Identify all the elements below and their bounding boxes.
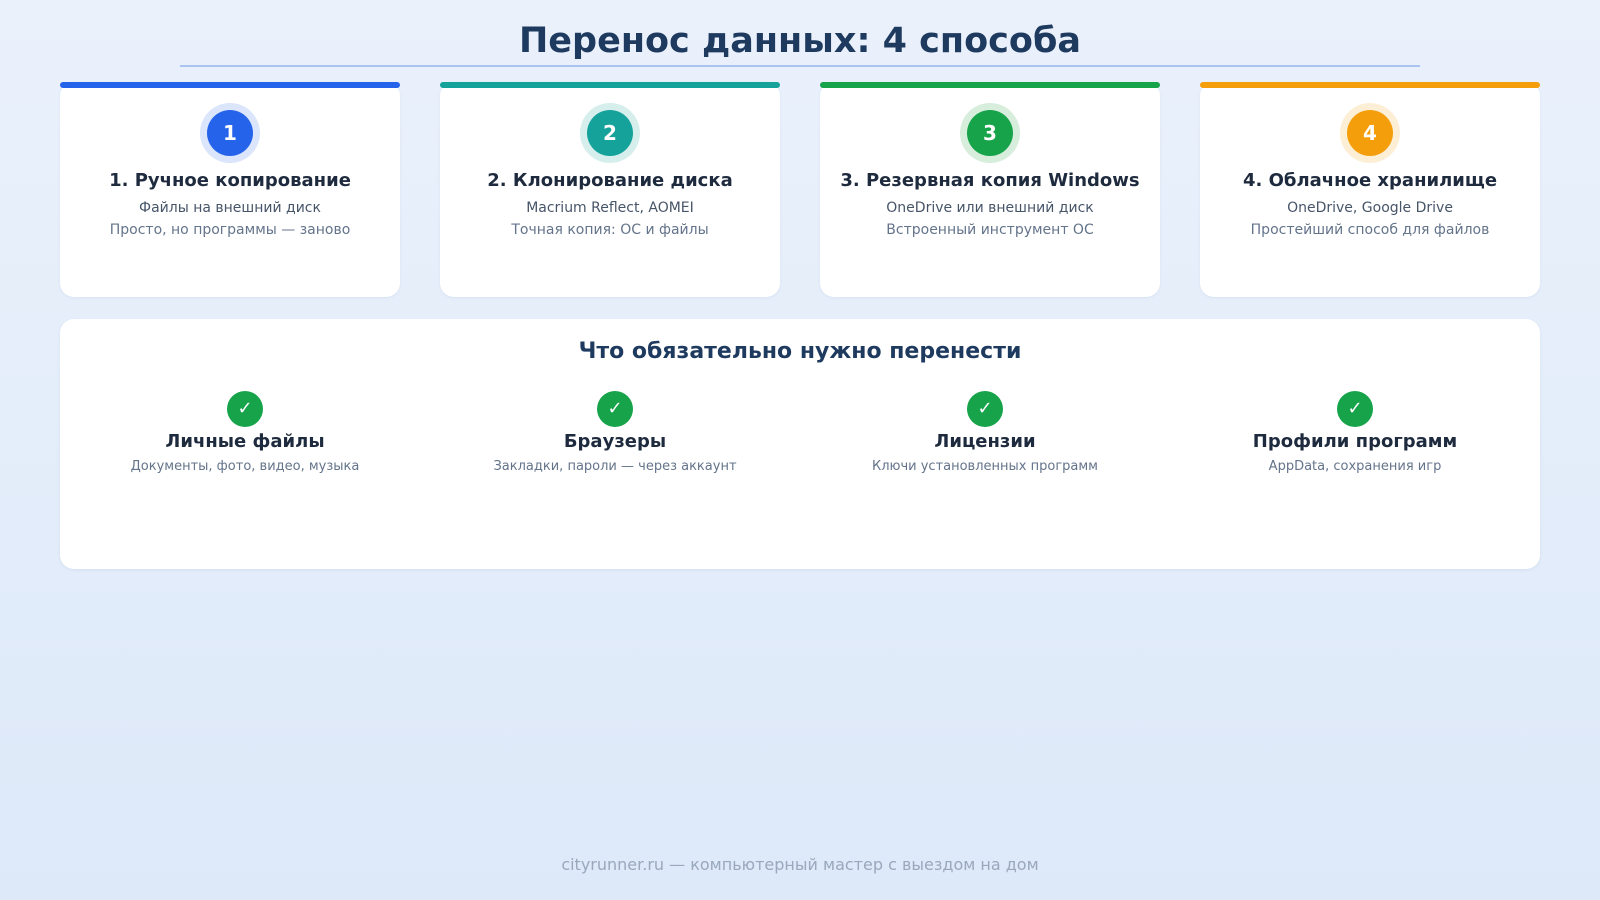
checkmark-icon: ✓ [227, 391, 263, 427]
step-number-badge: 1 [207, 110, 253, 156]
method-card-manual-copy: 1 1. Ручное копирование Файлы на внешний… [60, 82, 400, 297]
method-subtitle: OneDrive или внешний диск [886, 200, 1094, 216]
checklist-title: Что обязательно нужно перенести [578, 339, 1022, 364]
title-divider [180, 65, 1420, 67]
method-card-windows-backup: 3 3. Резервная копия Windows OneDrive ил… [820, 82, 1160, 297]
method-subtitle: OneDrive, Google Drive [1287, 200, 1453, 216]
step-number-badge: 3 [967, 110, 1013, 156]
checklist-item-description: Документы, фото, видео, музыка [130, 459, 360, 474]
checkmark-icon: ✓ [597, 391, 633, 427]
card-accent-bar [440, 82, 780, 88]
method-title: 2. Клонирование диска [487, 170, 733, 191]
checklist-item-title: Браузеры [563, 431, 667, 452]
card-accent-bar [820, 82, 1160, 88]
method-note: Точная копия: ОС и файлы [511, 222, 709, 238]
checklist-item-licenses: ✓ Лицензии Ключи установленных программ [815, 391, 1155, 476]
checklist-item-app-profiles: ✓ Профили программ AppData, сохранения и… [1185, 391, 1525, 476]
step-badge-halo: 3 [960, 103, 1020, 163]
method-note: Встроенный инструмент ОС [886, 222, 1094, 238]
step-number-badge: 4 [1347, 110, 1393, 156]
method-card-disk-cloning: 2 2. Клонирование диска Macrium Reflect,… [440, 82, 780, 297]
checklist-item-title: Личные файлы [165, 431, 325, 452]
methods-row: 1 1. Ручное копирование Файлы на внешний… [60, 82, 1540, 297]
step-number-badge: 2 [587, 110, 633, 156]
step-badge-halo: 1 [200, 103, 260, 163]
step-badge-halo: 2 [580, 103, 640, 163]
checklist-item-title: Профили программ [1252, 431, 1458, 452]
checkmark-icon: ✓ [1337, 391, 1373, 427]
card-accent-bar [60, 82, 400, 88]
method-subtitle: Файлы на внешний диск [139, 200, 321, 216]
page-title: Перенос данных: 4 способа [519, 21, 1081, 61]
checklist-item-personal-files: ✓ Личные файлы Документы, фото, видео, м… [75, 391, 415, 476]
checklist-panel: Что обязательно нужно перенести ✓ Личные… [60, 319, 1540, 569]
checkmark-icon: ✓ [967, 391, 1003, 427]
footer-credit: cityrunner.ru — компьютерный мастер с вы… [561, 855, 1039, 874]
method-title: 3. Резервная копия Windows [840, 170, 1140, 191]
method-card-cloud-storage: 4 4. Облачное хранилище OneDrive, Google… [1200, 82, 1540, 297]
method-note: Просто, но программы — заново [109, 222, 351, 238]
method-title: 4. Облачное хранилище [1242, 170, 1498, 191]
checklist-item-browsers: ✓ Браузеры Закладки, пароли — через акка… [445, 391, 785, 476]
step-badge-halo: 4 [1340, 103, 1400, 163]
checklist-item-title: Лицензии [934, 431, 1036, 452]
method-title: 1. Ручное копирование [109, 170, 351, 191]
checklist-item-description: Ключи установленных программ [871, 459, 1098, 474]
checklist-item-description: Закладки, пароли — через аккаунт [493, 459, 737, 474]
method-note: Простейший способ для файлов [1250, 222, 1490, 238]
method-subtitle: Macrium Reflect, AOMEI [526, 200, 694, 216]
checklist-item-description: AppData, сохранения игр [1268, 459, 1442, 474]
card-accent-bar [1200, 82, 1540, 88]
